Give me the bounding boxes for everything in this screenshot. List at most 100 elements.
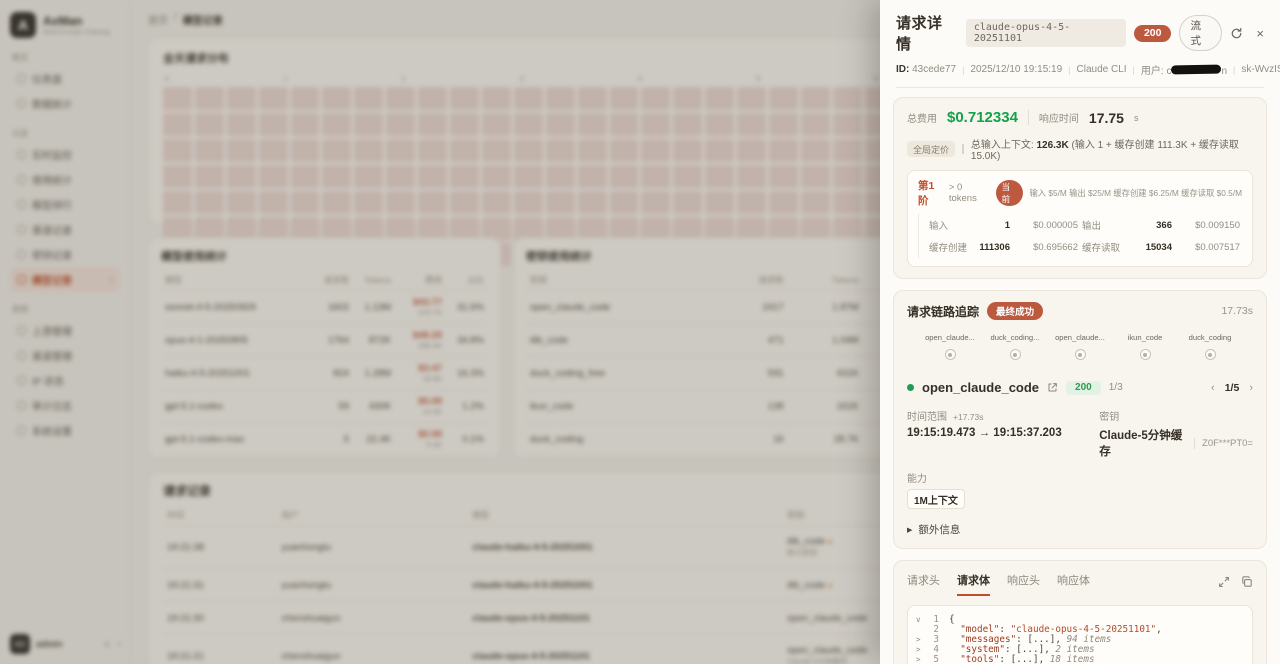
sidebar-item[interactable]: IP 状态 › [10,368,120,393]
heatmap-cell [259,139,288,162]
table-row[interactable]: sonnet-4-5-20250929 1602 1.13M $43.77370… [161,291,488,324]
logout-icon[interactable]: › [118,639,121,650]
trace-node[interactable]: duck_coding... [986,333,1044,360]
heatmap-cell [546,191,575,214]
sidebar-item[interactable]: 实时监控 › [10,142,120,167]
request-time: 2025/12/10 19:15:19 [970,64,1062,75]
code-token: [...] [1011,654,1039,664]
axis-tick: 6 [874,74,878,83]
expand-icon[interactable] [1218,575,1230,593]
status-badge: 200 [1134,25,1172,42]
table-row[interactable]: opus-4-1-20250805 1764 872K $48.29286.4K… [161,324,488,357]
heatmap-cell [227,139,256,162]
sidebar-item-icon [17,225,26,234]
sidebar-section-label: 概览 [12,52,118,63]
heatmap-cell [482,113,511,136]
heatmap-cell [450,87,479,110]
sidebar-item[interactable]: 渠道记录 › [10,217,120,242]
sidebar-item[interactable]: 模型记录 › [10,267,120,292]
sidebar-item[interactable]: 模型排行 › [10,192,120,217]
sidebar-item-icon [17,150,26,159]
request-count: 1 [716,456,788,460]
refresh-icon[interactable] [1230,27,1243,40]
sidebar-item-icon [17,376,26,385]
table-row[interactable]: gemini-3-pro-preview 6 13.8K $0.09754.4K… [161,456,488,460]
api-key-masked: sk-WvzISy4...uwgB [1241,64,1280,75]
extra-info-label: 额外信息 [918,522,960,537]
trace-node[interactable]: duck_coding [1181,333,1239,360]
collapse-sidebar-icon[interactable]: « [104,639,110,650]
payload-tab[interactable]: 响应体 [1057,572,1090,596]
heatmap-cell [641,113,670,136]
column-header: Tokens [353,270,395,291]
code-token: : [999,654,1010,664]
logo[interactable]: A AxMan Multi-Provider Gateway [10,12,120,38]
time-range-label: 时间范围 [907,408,947,423]
heatmap-cell [737,87,766,110]
sidebar-item[interactable]: 审计日志 › [10,393,120,418]
sidebar-item[interactable]: 渠道管理 › [10,343,120,368]
sidebar-item[interactable]: 上游管理 › [10,318,120,343]
table-row[interactable]: gpt-5.1-codex-max 5 22.4K $0.595.4K 0.1% [161,423,488,456]
code-token: , [1156,624,1162,635]
time-range-block: 时间范围+17.73s 19:15:19.473 → 19:15:37.203 [907,408,1099,459]
key-name: open_claude_code [526,291,716,324]
breadcrumb-root[interactable]: 首页 [148,12,168,27]
heatmap-cell [291,191,320,214]
trace-node[interactable]: open_claude... [921,333,979,360]
code-line: > 5 "tools": [...], 18 items [916,654,1244,664]
request-id: 43cede77 [912,64,956,75]
request-count: 2417 [716,291,788,324]
json-viewer[interactable]: v 1 { 2 "model": "claude-opus-4-5-202511… [907,605,1253,664]
trace-node[interactable]: ikun_code [1116,333,1174,360]
fold-chevron-icon[interactable]: v [916,615,927,624]
token-count: 22.4K [353,423,395,456]
close-icon[interactable]: × [1256,27,1264,40]
success-dot-icon [907,384,914,391]
code-line: > 4 "system": [...], 2 items [916,644,1244,654]
table-row[interactable]: haiku-4-5-20251001 824 1.28M $3.4718.9K … [161,357,488,390]
sidebar-item-label: 使用统计 [32,172,72,187]
sidebar-section-items: 实时监控 › 使用统计 › 模型排行 › [10,142,120,292]
cost-cell: $0.595.4K [395,423,446,456]
heatmap-cell [450,165,479,188]
payload-tab[interactable]: 请求体 [957,572,990,596]
heatmap-cell [354,191,383,214]
prev-page-icon[interactable]: ‹ [1211,382,1215,394]
heatmap-cell [578,139,607,162]
payload-tab[interactable]: 响应头 [1007,572,1040,596]
next-page-icon[interactable]: › [1249,382,1253,394]
tier-range: > 0 tokens [949,182,990,204]
heatmap-cell [737,113,766,136]
sidebar-item[interactable]: 使用统计 › [10,167,120,192]
heatmap-cell [514,113,543,136]
request-count: 591 [716,357,788,390]
model-name: gemini-3-pro-preview [161,456,313,460]
sidebar-item[interactable]: 密钥记录 › [10,242,120,267]
payload-tab[interactable]: 请求头 [907,572,940,596]
fold-chevron-icon[interactable]: > [916,635,927,644]
copy-icon[interactable] [1241,575,1253,593]
axis-tick: 4 [638,74,642,83]
breadcrumb-separator: / [174,12,177,27]
fold-chevron-icon[interactable]: > [916,655,927,664]
table-row[interactable]: gpt-5.1-codex 59 430K $5.0914.4K 1.2% [161,390,488,423]
trace-node[interactable]: open_claude... [1051,333,1109,360]
heatmap-cell [227,113,256,136]
sidebar-item[interactable]: 数据统计 › [10,91,120,116]
external-link-icon[interactable] [1047,382,1058,393]
id-label: ID: [896,64,909,75]
heatmap-cell [578,87,607,110]
fold-chevron-icon[interactable]: > [916,645,927,654]
sidebar-item[interactable]: 仪表盘 › [10,66,120,91]
sidebar-item[interactable]: 系统设置 › [10,418,120,443]
model-name: haiku-4-5-20251001 [161,357,313,390]
heatmap-cell [163,87,192,110]
heatmap-cell [418,87,447,110]
extra-info-toggle[interactable]: ▶ 额外信息 [907,522,1253,537]
heatmap-cell [163,191,192,214]
heatmap-cell [354,139,383,162]
model-name: opus-4-1-20250805 [161,324,313,357]
sidebar-user[interactable]: AD admin « › [10,634,121,654]
app-title: AxMan [43,14,111,28]
